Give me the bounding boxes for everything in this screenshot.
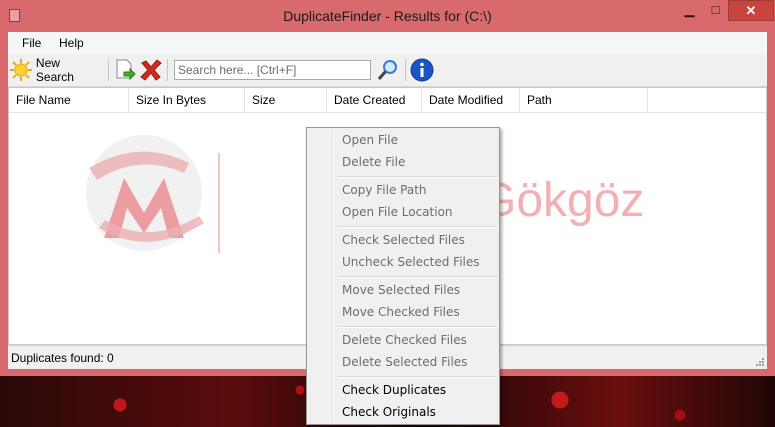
menu-item-copy-file-path[interactable]: Copy File Path (342, 180, 427, 200)
search-button[interactable] (376, 58, 400, 82)
column-header-date-modified[interactable]: Date Modified (422, 88, 520, 112)
export-icon (116, 59, 136, 81)
toolbar: New Search (8, 54, 767, 87)
toolbar-separator (108, 59, 109, 81)
delete-x-icon (140, 59, 162, 81)
column-headers: File Name Size In Bytes Size Date Create… (9, 88, 766, 113)
window-title: DuplicateFinder - Results for (C:\) (283, 8, 492, 24)
menu-help[interactable]: Help (59, 36, 84, 50)
menu-file[interactable]: File (22, 36, 41, 50)
menu-item-delete-checked-files[interactable]: Delete Checked Files (342, 330, 467, 350)
column-header-date-created[interactable]: Date Created (327, 88, 422, 112)
search-input[interactable] (174, 60, 371, 80)
menu-item-move-selected-files[interactable]: Move Selected Files (342, 280, 460, 300)
sun-icon (9, 59, 32, 81)
minimize-button[interactable]: ▁ (676, 0, 703, 21)
column-header-file-name[interactable]: File Name (9, 88, 129, 112)
context-menu-separator (337, 376, 497, 378)
toolbar-separator (405, 59, 406, 81)
context-menu-separator (337, 226, 497, 228)
menu-item-delete-file[interactable]: Delete File (342, 152, 405, 172)
menu-bar: File Help (8, 32, 767, 54)
clear-button[interactable] (139, 58, 163, 82)
menu-item-move-checked-files[interactable]: Move Checked Files (342, 302, 460, 322)
maximize-button[interactable]: □ (703, 0, 728, 21)
context-menu-gutter (332, 129, 334, 423)
context-menu: Open File Delete File Copy File Path Ope… (306, 127, 500, 425)
new-search-button[interactable]: New Search (9, 56, 101, 84)
column-header-size[interactable]: Size (245, 88, 327, 112)
close-button[interactable]: ✕ (728, 0, 774, 21)
column-header-path[interactable]: Path (520, 88, 648, 112)
export-button[interactable] (114, 58, 136, 82)
menu-item-delete-selected-files[interactable]: Delete Selected Files (342, 352, 467, 372)
about-button[interactable] (410, 58, 434, 82)
menu-item-check-selected-files[interactable]: Check Selected Files (342, 230, 465, 250)
magnifier-icon (377, 60, 397, 80)
context-menu-separator (337, 326, 497, 328)
title-bar[interactable]: DuplicateFinder - Results for (C:\) ▁ □ … (0, 0, 775, 32)
menu-item-uncheck-selected-files[interactable]: Uncheck Selected Files (342, 252, 480, 272)
info-icon (410, 58, 434, 82)
menu-item-check-duplicates[interactable]: Check Duplicates (342, 380, 446, 400)
context-menu-separator (337, 276, 497, 278)
duplicates-found-status: Duplicates found: 0 (11, 351, 114, 365)
new-search-label: New Search (35, 56, 74, 84)
watermark-text: Gökgöz (479, 174, 644, 227)
menu-item-check-originals[interactable]: Check Originals (342, 402, 436, 422)
menu-item-open-file-location[interactable]: Open File Location (342, 202, 453, 222)
toolbar-separator (167, 59, 168, 81)
resize-grip-icon[interactable] (754, 356, 764, 366)
context-menu-separator (337, 176, 497, 178)
menu-item-open-file[interactable]: Open File (342, 130, 398, 150)
column-header-size-in-bytes[interactable]: Size In Bytes (129, 88, 245, 112)
